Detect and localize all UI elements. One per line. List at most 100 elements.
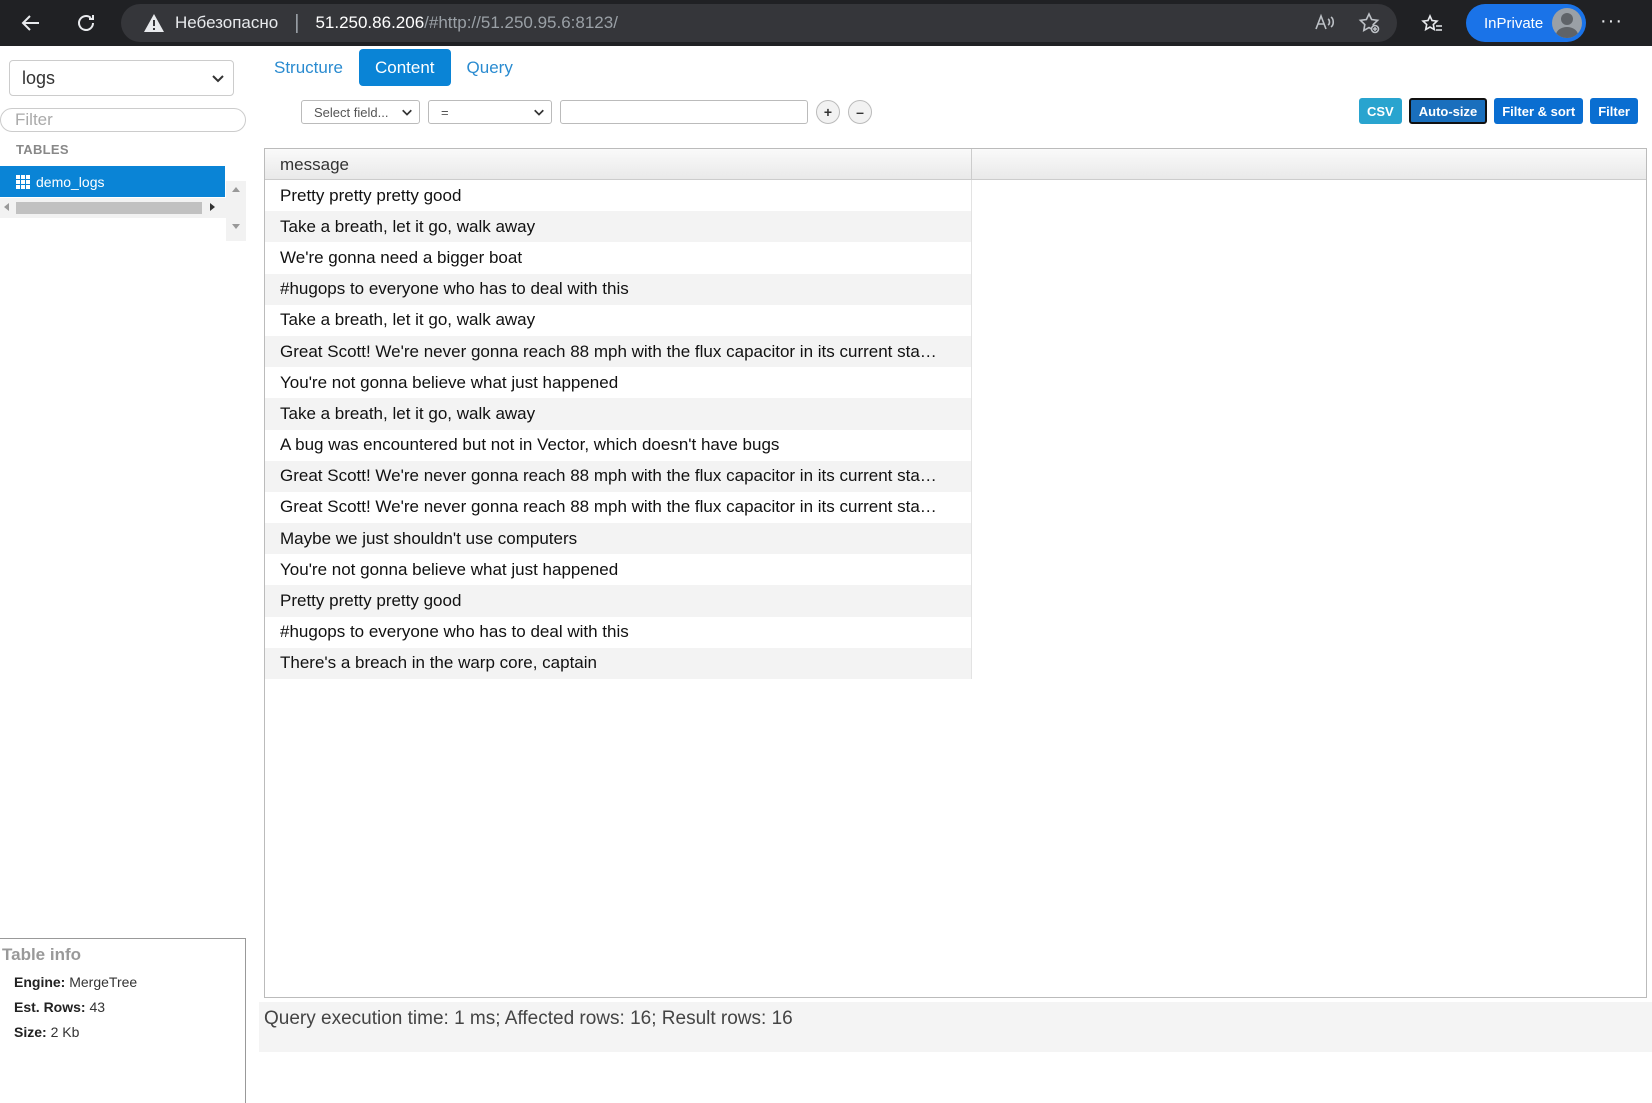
- remove-filter-button[interactable]: –: [848, 100, 872, 124]
- table-row[interactable]: Take a breath, let it go, walk away: [265, 211, 972, 243]
- cell-message: Maybe we just shouldn't use computers: [280, 528, 578, 548]
- warning-icon: [144, 14, 164, 32]
- field-select-value: Select field...: [314, 104, 389, 120]
- operator-select-value: =: [441, 104, 449, 120]
- table-row[interactable]: Great Scott! We're never gonna reach 88 …: [265, 335, 972, 368]
- cell-message: You're not gonna believe what just happe…: [280, 559, 619, 579]
- view-tabs: Structure Content Query: [262, 49, 525, 86]
- chevron-down-icon: [534, 109, 544, 116]
- read-aloud-icon[interactable]: [1313, 11, 1337, 35]
- cell-message: Great Scott! We're never gonna reach 88 …: [280, 341, 937, 361]
- table-info-rows: Est. Rows: 43: [0, 999, 245, 1015]
- engine-value: MergeTree: [69, 974, 138, 990]
- favorites-icon: [1421, 14, 1442, 32]
- table-row[interactable]: You're not gonna believe what just happe…: [265, 367, 972, 399]
- tables-horizontal-scrollbar[interactable]: [0, 198, 246, 218]
- column-header-empty: [972, 149, 1646, 180]
- table-row[interactable]: Take a breath, let it go, walk away: [265, 398, 972, 430]
- cell-message: You're not gonna believe what just happe…: [280, 372, 619, 392]
- scroll-left-icon[interactable]: [4, 203, 9, 211]
- insecure-label[interactable]: Небезопасно: [175, 13, 278, 33]
- filter-bar: Select field... = + –: [301, 100, 872, 124]
- avatar: [1552, 8, 1582, 38]
- size-value: 2 Kb: [50, 1024, 80, 1040]
- query-status: Query execution time: 1 ms; Affected row…: [259, 1002, 1652, 1052]
- column-header-message[interactable]: message: [265, 149, 972, 180]
- table-row[interactable]: Maybe we just shouldn't use computers: [265, 523, 972, 555]
- browser-toolbar: Небезопасно | 51.250.86.206 /#http://51.…: [0, 0, 1652, 46]
- table-info-size: Size: 2 Kb: [0, 1024, 245, 1040]
- tables-heading: TABLES: [16, 142, 69, 157]
- table-info-title: Table info: [2, 945, 82, 964]
- favorites-button[interactable]: [1412, 4, 1452, 44]
- filter-button[interactable]: Filter: [1590, 98, 1638, 124]
- arrow-left-icon: [21, 15, 39, 31]
- cell-message: Great Scott! We're never gonna reach 88 …: [280, 466, 937, 486]
- filter-sort-button[interactable]: Filter & sort: [1494, 98, 1584, 124]
- table-row[interactable]: #hugops to everyone who has to deal with…: [265, 616, 972, 648]
- add-favorite-icon[interactable]: [1357, 11, 1381, 35]
- csv-button[interactable]: CSV: [1359, 98, 1402, 124]
- cell-message: We're gonna need a bigger boat: [280, 247, 523, 267]
- tab-structure[interactable]: Structure: [262, 49, 355, 86]
- grid-rows: Pretty pretty pretty good Take a breath, …: [265, 180, 972, 679]
- scroll-right-icon[interactable]: [210, 203, 215, 211]
- table-row[interactable]: #hugops to everyone who has to deal with…: [265, 273, 972, 305]
- address-separator: |: [294, 11, 300, 34]
- cell-message: Pretty pretty pretty good: [280, 185, 462, 205]
- table-row[interactable]: We're gonna need a bigger boat: [265, 242, 972, 274]
- results-grid: message Pretty pretty pretty good Take a …: [264, 148, 1647, 998]
- table-info-engine: Engine: MergeTree: [0, 974, 245, 990]
- table-row[interactable]: You're not gonna believe what just happe…: [265, 554, 972, 586]
- cell-message: A bug was encountered but not in Vector,…: [280, 435, 780, 455]
- url-path: /#http://51.250.95.6:8123/: [424, 13, 618, 32]
- tab-content[interactable]: Content: [358, 49, 451, 86]
- scrollbar-thumb[interactable]: [16, 202, 202, 214]
- chevron-down-icon: [402, 109, 412, 116]
- sidebar: logs Filter TABLES demo_logs Table info …: [0, 46, 246, 1103]
- chevron-down-icon: [212, 75, 224, 83]
- rows-value: 43: [89, 999, 106, 1015]
- reload-icon: [78, 15, 94, 31]
- inprivate-badge[interactable]: InPrivate: [1466, 4, 1586, 42]
- table-filter-placeholder: Filter: [15, 110, 53, 129]
- table-row[interactable]: Take a breath, let it go, walk away: [265, 304, 972, 336]
- cell-message: #hugops to everyone who has to deal with…: [280, 279, 629, 299]
- cell-message: Take a breath, let it go, walk away: [280, 216, 536, 236]
- grid-header: message: [265, 149, 1646, 180]
- filter-value-input[interactable]: [560, 100, 808, 124]
- table-grid-icon: [16, 174, 30, 189]
- table-item-label: demo_logs: [36, 173, 105, 190]
- cell-message: Take a breath, let it go, walk away: [280, 403, 536, 423]
- tab-query[interactable]: Query: [455, 49, 525, 86]
- table-row[interactable]: Pretty pretty pretty good: [265, 585, 972, 617]
- table-filter-input[interactable]: Filter: [0, 108, 246, 132]
- cell-message: There's a breach in the warp core, capta…: [280, 653, 597, 673]
- cell-message: Pretty pretty pretty good: [280, 591, 462, 611]
- table-row[interactable]: A bug was encountered but not in Vector,…: [265, 429, 972, 461]
- table-row[interactable]: Great Scott! We're never gonna reach 88 …: [265, 491, 972, 524]
- inprivate-label: InPrivate: [1484, 14, 1544, 32]
- add-filter-button[interactable]: +: [816, 100, 840, 124]
- engine-label: Engine:: [14, 974, 66, 990]
- auto-size-button[interactable]: Auto-size: [1408, 98, 1488, 124]
- database-select[interactable]: logs: [9, 60, 234, 96]
- address-bar[interactable]: Небезопасно | 51.250.86.206 /#http://51.…: [121, 4, 1397, 42]
- table-row[interactable]: Great Scott! We're never gonna reach 88 …: [265, 460, 972, 492]
- field-select[interactable]: Select field...: [301, 100, 420, 124]
- table-info-panel: Table info Engine: MergeTree Est. Rows: …: [0, 938, 246, 1103]
- database-select-value: logs: [22, 67, 56, 88]
- table-item-demo-logs[interactable]: demo_logs: [0, 166, 225, 197]
- rows-label: Est. Rows:: [14, 999, 86, 1015]
- scroll-up-icon[interactable]: [232, 187, 240, 192]
- size-label: Size:: [14, 1024, 47, 1040]
- table-row[interactable]: There's a breach in the warp core, capta…: [265, 647, 972, 679]
- more-menu-button[interactable]: ···: [1600, 10, 1623, 33]
- scroll-down-icon[interactable]: [232, 224, 240, 229]
- reload-button[interactable]: [66, 3, 106, 43]
- back-button[interactable]: [11, 3, 51, 43]
- cell-message: #hugops to everyone who has to deal with…: [280, 622, 629, 642]
- table-row[interactable]: Pretty pretty pretty good: [265, 180, 972, 212]
- cell-message: Great Scott! We're never gonna reach 88 …: [280, 497, 937, 517]
- operator-select[interactable]: =: [428, 100, 552, 124]
